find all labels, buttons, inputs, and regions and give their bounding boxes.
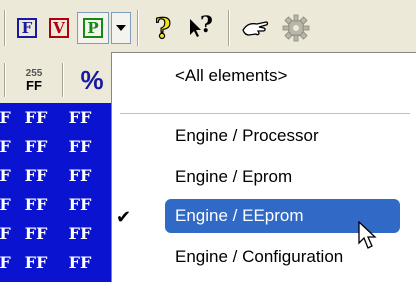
menu-separator xyxy=(120,113,410,114)
grid-cell[interactable]: FF xyxy=(14,190,58,219)
menu-item-label: <All elements> xyxy=(175,66,288,85)
grid-cell[interactable]: FF xyxy=(14,248,58,277)
context-help-button[interactable]: ? xyxy=(184,12,218,44)
grid-cell[interactable]: F xyxy=(0,248,14,277)
context-help-icon: ? xyxy=(200,12,213,38)
question-mark-icon: ? xyxy=(154,11,172,45)
grid-cell[interactable]: FF xyxy=(14,161,58,190)
f-box-icon: F xyxy=(17,18,37,38)
grid-cell[interactable]: FF xyxy=(58,248,102,277)
checkmark-icon: ✔ xyxy=(116,207,132,227)
hex-format-button[interactable]: 255 FF xyxy=(16,63,52,97)
hex-label: FF xyxy=(26,77,42,93)
grid-cell[interactable]: FF xyxy=(14,219,58,248)
toolbar-grip xyxy=(4,10,6,46)
table-row: F FF FF xyxy=(0,190,102,219)
grid-cell[interactable]: FF xyxy=(58,103,102,132)
menu-item-label: Engine / Eprom xyxy=(175,167,293,186)
chevron-down-icon xyxy=(116,25,126,31)
secondary-toolbar: 255 FF % xyxy=(0,55,120,103)
table-row: F FF FF xyxy=(0,161,102,190)
f-view-button[interactable]: F xyxy=(12,12,42,44)
toolbar-separator xyxy=(137,10,139,46)
view-dropdown-menu: <All elements> Engine / Processor Engine… xyxy=(111,52,416,282)
v-view-button[interactable]: V xyxy=(44,12,74,44)
grid-cell[interactable]: F xyxy=(0,161,14,190)
gear-icon xyxy=(282,14,310,42)
menu-item-label: Engine / EEprom xyxy=(175,206,304,225)
hand-button[interactable] xyxy=(238,12,272,44)
table-row: F FF FF xyxy=(0,248,102,277)
table-row: F FF FF xyxy=(0,132,102,161)
main-toolbar: F V P ? ? xyxy=(0,0,416,55)
grid-cell[interactable]: FF xyxy=(14,103,58,132)
toolbar-grip xyxy=(4,63,6,97)
grid-cell[interactable]: F xyxy=(0,132,14,161)
v-box-icon: V xyxy=(49,18,69,38)
decimal-label: 255 xyxy=(25,67,43,79)
table-row: F FF FF xyxy=(0,103,102,132)
mouse-pointer-icon xyxy=(358,221,377,249)
p-box-icon: P xyxy=(83,18,103,38)
grid-cell[interactable]: FF xyxy=(58,190,102,219)
table-row: F FF FF xyxy=(0,219,102,248)
grid-cell[interactable]: F xyxy=(0,219,14,248)
grid-cell[interactable]: FF xyxy=(58,161,102,190)
percent-icon: % xyxy=(80,64,104,95)
menu-item-label: Engine / Configuration xyxy=(175,247,344,266)
percent-button[interactable]: % xyxy=(74,63,110,97)
grid-cell[interactable]: F xyxy=(0,103,14,132)
hand-icon xyxy=(242,21,269,36)
gear-button[interactable] xyxy=(278,12,314,44)
grid-cell[interactable]: F xyxy=(0,190,14,219)
grid-cell[interactable]: FF xyxy=(58,132,102,161)
menu-item-all-elements[interactable]: <All elements> xyxy=(165,59,400,93)
grid-cell[interactable]: FF xyxy=(58,219,102,248)
help-button[interactable]: ? xyxy=(148,11,178,45)
menu-item-label: Engine / Processor xyxy=(175,126,319,145)
grid-cell[interactable]: FF xyxy=(14,132,58,161)
toolbar-separator xyxy=(228,10,230,46)
toolbar-separator xyxy=(62,63,64,97)
hex-grid[interactable]: F FF FF F FF FF F FF FF F FF FF F FF FF F FF FF xyxy=(0,103,118,282)
p-view-button[interactable]: P xyxy=(77,12,109,44)
menu-item-engine-processor[interactable]: Engine / Processor xyxy=(165,119,400,153)
view-dropdown-button[interactable] xyxy=(111,12,131,44)
menu-item-engine-eprom[interactable]: Engine / Eprom xyxy=(165,160,400,194)
